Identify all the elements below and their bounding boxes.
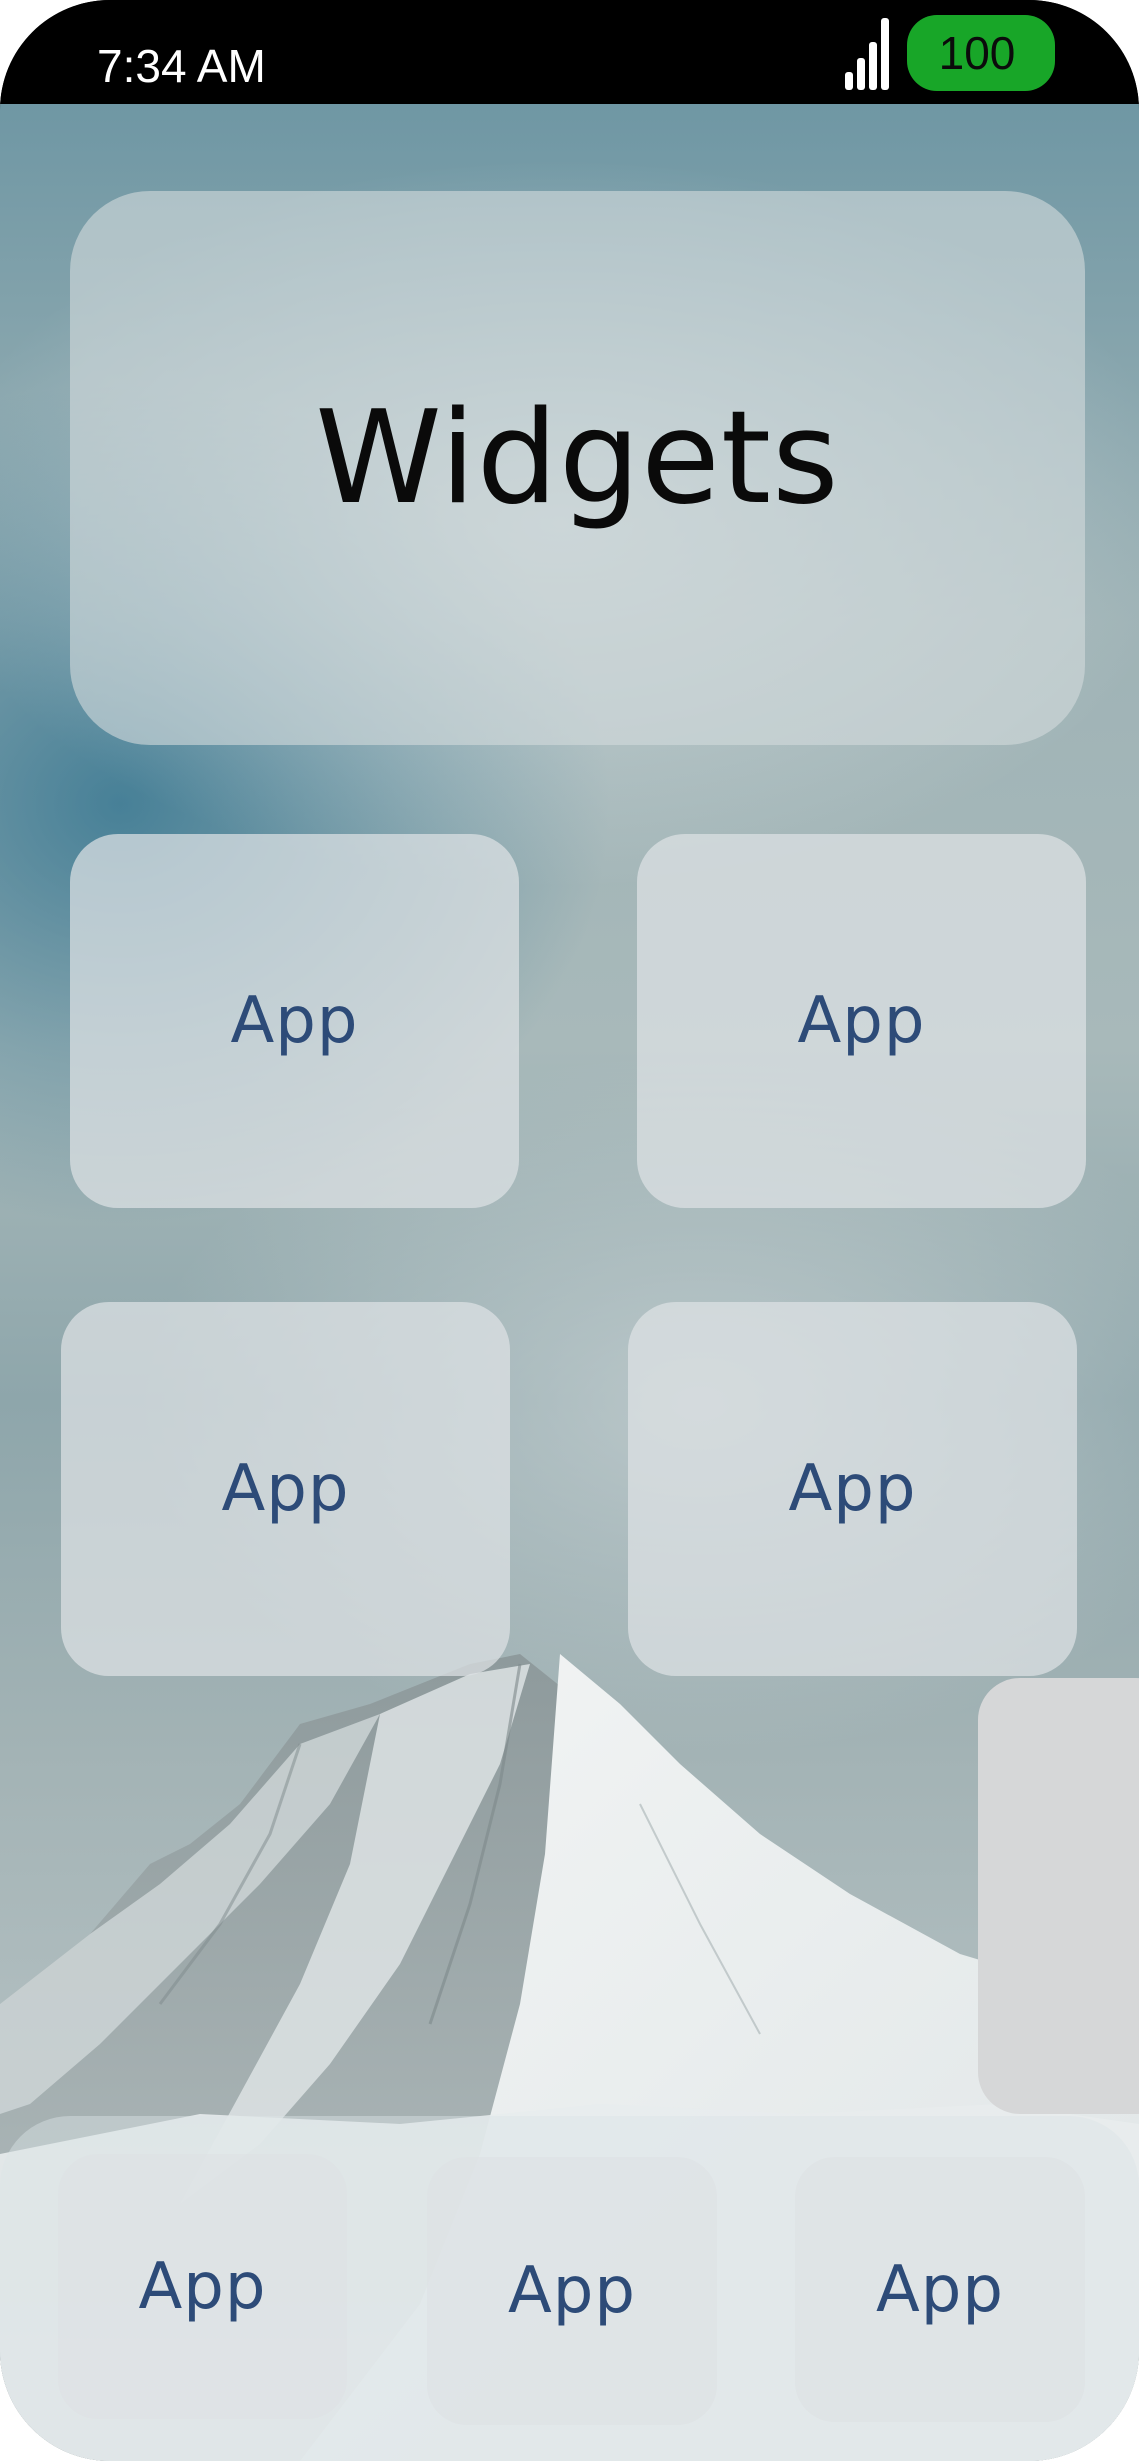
app-label: App [221,1452,350,1526]
app-label: App [788,1452,917,1526]
app-label: App [138,2249,267,2324]
side-panel-handle[interactable] [978,1678,1139,2114]
app-label: App [507,2254,637,2328]
dock-app-tile[interactable]: App [58,2154,347,2419]
app-label: App [230,984,359,1058]
app-label: App [875,2252,1005,2327]
app-label: App [797,984,926,1058]
widgets-label: Widgets [315,383,840,533]
dock-app-tile[interactable]: App [795,2157,1085,2422]
app-tile[interactable]: App [637,834,1086,1208]
app-tile[interactable]: App [628,1302,1077,1676]
battery-cap [1047,37,1054,69]
cellular-signal-icon [845,18,889,90]
phone-screen: 7:34 AM 100 Widgets App App App App App … [0,0,1139,2461]
status-bar: 7:34 AM 100 [0,0,1139,104]
widgets-tile[interactable]: Widgets [70,191,1085,745]
app-tile[interactable]: App [70,834,519,1208]
battery-level: 100 [938,27,1016,79]
app-tile[interactable]: App [61,1302,510,1676]
status-time: 7:34 AM [97,40,266,92]
dock-app-tile[interactable]: App [427,2157,717,2425]
